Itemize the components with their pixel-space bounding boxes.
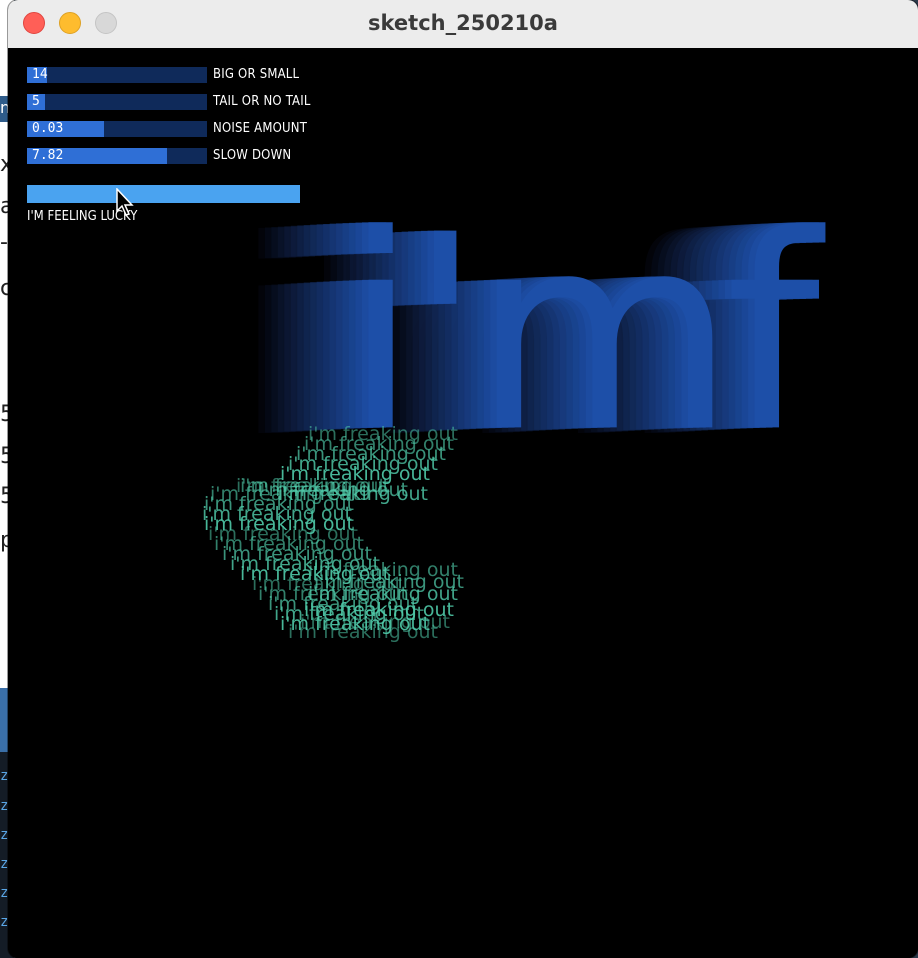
small-text-copy: i'm freaking out xyxy=(300,611,450,633)
sketch-canvas[interactable]: i'mf i'mf i'mf i'mf i'mf i'mf i'mf i'mf i'mf i'mf… xyxy=(8,48,918,958)
small-text-copy: i'm freaking out xyxy=(278,483,428,505)
minimize-button[interactable] xyxy=(59,12,81,34)
slider-tail-or-no-tail[interactable]: 5 TAIL OR NO TAIL xyxy=(27,94,310,110)
maximize-button[interactable] xyxy=(95,12,117,34)
slider-big-or-small[interactable]: 14 BIG OR SMALL xyxy=(27,67,299,83)
slider-value: 0.03 xyxy=(32,121,64,136)
slider-slow-down[interactable]: 7.82 SLOW DOWN xyxy=(27,148,291,164)
slider-label: NOISE AMOUNT xyxy=(213,121,308,136)
arrow-cursor-icon xyxy=(116,188,134,216)
feeling-lucky-button[interactable] xyxy=(27,185,300,203)
title-bar[interactable]: sketch_250210a xyxy=(8,0,918,49)
desktop-bg-char: - xyxy=(0,230,8,255)
slider-value: 7.82 xyxy=(32,148,64,163)
slider-label: SLOW DOWN xyxy=(213,148,292,163)
slider-label: TAIL OR NO TAIL xyxy=(213,94,311,109)
slider-noise-amount[interactable]: 0.03 NOISE AMOUNT xyxy=(27,121,307,137)
sketch-window: sketch_250210a i'mf i'mf i'mf i'mf i'mf i'mf i… xyxy=(8,0,918,958)
close-button[interactable] xyxy=(23,12,45,34)
slider-value: 5 xyxy=(32,94,40,109)
window-title: sketch_250210a xyxy=(368,11,558,35)
slider-value: 14 xyxy=(32,67,48,82)
slider-label: BIG OR SMALL xyxy=(213,67,300,82)
